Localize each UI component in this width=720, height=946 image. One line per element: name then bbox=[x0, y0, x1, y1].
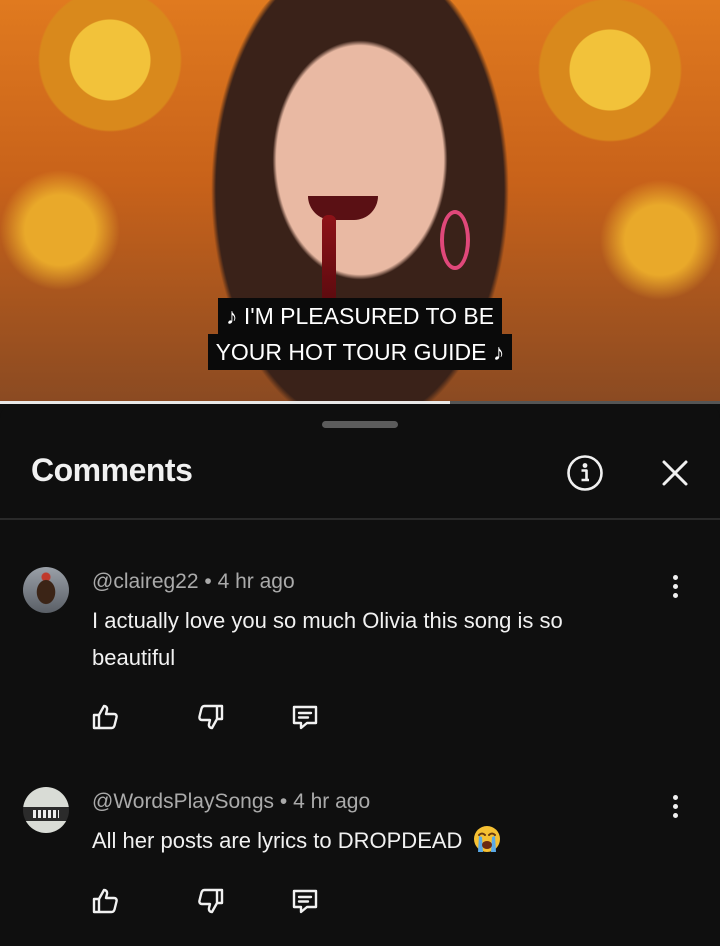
reply-button[interactable] bbox=[288, 884, 322, 918]
info-button[interactable] bbox=[566, 454, 604, 492]
comment-meta: @WordsPlaySongs • 4 hr ago bbox=[92, 790, 370, 814]
dislike-button[interactable] bbox=[194, 700, 228, 734]
thumbs-down-icon bbox=[198, 888, 224, 914]
comment-meta: @claireg22 • 4 hr ago bbox=[92, 570, 295, 594]
meta-separator: • bbox=[279, 790, 288, 813]
like-button[interactable] bbox=[88, 884, 122, 918]
comment-actions bbox=[88, 700, 322, 734]
thumbs-up-icon bbox=[92, 704, 118, 730]
comment-text: I actually love you so much Olivia this … bbox=[92, 608, 563, 670]
comment-time: 4 hr ago bbox=[293, 790, 371, 813]
comment-more-button[interactable] bbox=[660, 568, 690, 604]
typewriter-avatar-detail bbox=[33, 810, 59, 818]
reply-comment-icon bbox=[292, 705, 318, 730]
thumbs-down-icon bbox=[198, 704, 224, 730]
video-caption: ♪ I'M PLEASURED TO BE YOUR HOT TOUR GUID… bbox=[0, 298, 720, 370]
header-divider bbox=[0, 518, 720, 520]
more-vert-icon bbox=[672, 794, 678, 800]
caption-line-2: YOUR HOT TOUR GUIDE ♪ bbox=[207, 334, 513, 370]
comment-text-content: All her posts are lyrics to DROPDEAD bbox=[92, 828, 463, 853]
video-frame-detail bbox=[322, 215, 336, 305]
comments-title: Comments bbox=[31, 452, 193, 488]
video-player[interactable]: ♪ I'M PLEASURED TO BE YOUR HOT TOUR GUID… bbox=[0, 0, 720, 404]
close-button[interactable] bbox=[656, 454, 694, 492]
caption-line-1: ♪ I'M PLEASURED TO BE bbox=[217, 298, 503, 334]
avatar[interactable] bbox=[23, 787, 69, 833]
comment-author[interactable]: @WordsPlaySongs bbox=[92, 790, 274, 813]
avatar[interactable] bbox=[23, 567, 69, 613]
dislike-button[interactable] bbox=[194, 884, 228, 918]
info-circle-icon bbox=[567, 455, 603, 491]
meta-separator: • bbox=[204, 570, 212, 593]
reply-button[interactable] bbox=[288, 700, 322, 734]
comment-actions bbox=[88, 884, 322, 918]
comment-time: 4 hr ago bbox=[217, 570, 295, 593]
comment-author[interactable]: @claireg22 bbox=[92, 570, 199, 593]
sheet-drag-handle[interactable] bbox=[322, 421, 398, 428]
loudly-crying-face-icon bbox=[473, 826, 500, 852]
more-vert-icon bbox=[672, 574, 678, 580]
reply-comment-icon bbox=[292, 889, 318, 914]
like-button[interactable] bbox=[88, 700, 122, 734]
thumbs-up-icon bbox=[92, 888, 118, 914]
comments-sheet: Comments @claireg22 • 4 hr ago I actuall… bbox=[0, 404, 720, 946]
comment-more-button[interactable] bbox=[660, 788, 690, 824]
comment-text: All her posts are lyrics to DROPDEAD bbox=[92, 822, 652, 859]
video-frame-earring bbox=[440, 210, 470, 270]
close-icon bbox=[662, 460, 688, 486]
